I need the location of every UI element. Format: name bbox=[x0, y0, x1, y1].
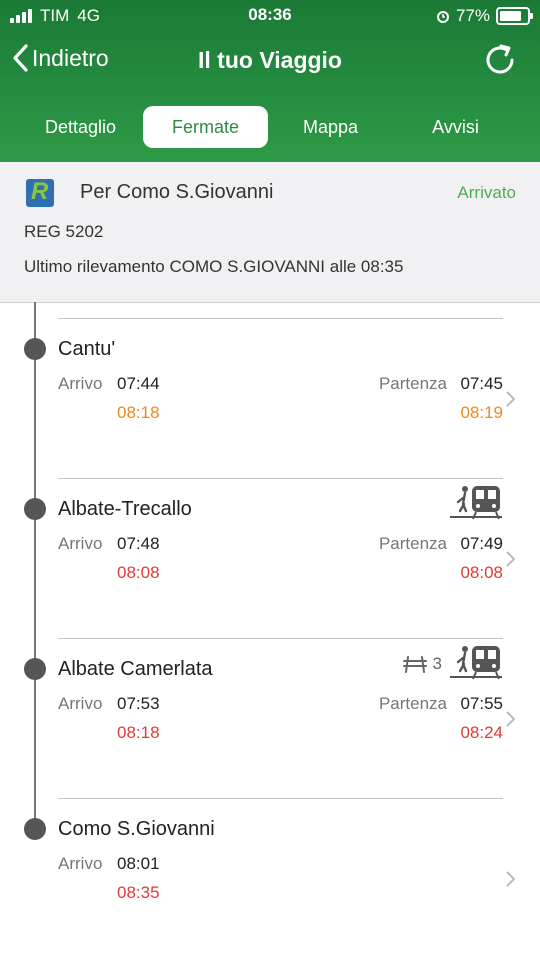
stop-name: Cantu' bbox=[58, 338, 116, 360]
stop-name: Como S.Giovanni bbox=[58, 818, 215, 840]
refresh-icon[interactable] bbox=[482, 42, 518, 78]
arrival-label: Arrivo bbox=[58, 694, 103, 713]
departure-actual: 08:08 bbox=[460, 563, 503, 582]
train-number: REG 5202 bbox=[24, 222, 104, 241]
separator bbox=[58, 478, 503, 479]
stop-dot bbox=[24, 338, 46, 360]
stop-name: Albate Camerlata bbox=[58, 658, 213, 680]
stop-row-como-s-giovanni[interactable]: Como S.Giovanni Arrivo 08:01 08:35 bbox=[0, 818, 540, 948]
tab-mappa[interactable]: Mappa bbox=[268, 106, 393, 148]
separator bbox=[58, 798, 503, 799]
last-update: Ultimo rilevamento COMO S.GIOVANNI alle … bbox=[24, 257, 404, 276]
stop-dot bbox=[24, 818, 46, 840]
chevron-left-icon bbox=[13, 44, 28, 72]
arrival-scheduled: 07:53 bbox=[117, 694, 160, 713]
back-button[interactable]: Indietro bbox=[12, 44, 109, 72]
arrival-label: Arrivo bbox=[58, 534, 103, 553]
status-bar: TIM 4G 08:36 77% bbox=[0, 0, 540, 32]
departure-label: Partenza bbox=[378, 374, 447, 393]
stop-name: Albate-Trecallo bbox=[58, 498, 192, 520]
tab-fermate[interactable]: Fermate bbox=[143, 106, 268, 148]
battery-percent: 77% bbox=[455, 6, 490, 25]
header: TIM 4G 08:36 77% Indietro Il tuo Viaggio… bbox=[0, 0, 540, 162]
platform-indicator: 3 bbox=[402, 654, 442, 674]
departure-scheduled: 07:49 bbox=[460, 534, 503, 553]
train-passenger-icon bbox=[450, 646, 502, 680]
regional-train-logo-icon: R bbox=[26, 178, 54, 207]
arrival-actual: 08:18 bbox=[117, 723, 160, 742]
trip-state: Arrivato bbox=[457, 183, 516, 202]
departure-scheduled: 07:55 bbox=[460, 694, 503, 713]
arrival-actual: 08:35 bbox=[117, 883, 160, 902]
chevron-right-icon bbox=[506, 871, 516, 887]
status-right: 77% bbox=[436, 6, 533, 26]
trip-summary: R Per Como S.Giovanni Arrivato REG 5202 … bbox=[0, 162, 540, 303]
alarm-icon bbox=[436, 11, 449, 23]
departure-actual: 08:24 bbox=[460, 723, 503, 742]
arrival-actual: 08:18 bbox=[117, 403, 160, 422]
train-passenger-icon bbox=[450, 486, 502, 520]
departure-scheduled: 07:45 bbox=[460, 374, 503, 393]
tab-dettaglio[interactable]: Dettaglio bbox=[18, 106, 143, 148]
platform-bench-icon bbox=[402, 656, 427, 673]
arrival-label: Arrivo bbox=[58, 854, 103, 873]
separator bbox=[58, 638, 503, 639]
arrival-scheduled: 07:44 bbox=[117, 374, 160, 393]
destination: Per Como S.Giovanni bbox=[80, 181, 274, 203]
battery-icon bbox=[496, 7, 533, 25]
back-label: Indietro bbox=[32, 44, 109, 71]
arrival-actual: 08:08 bbox=[117, 563, 160, 582]
stop-dot bbox=[24, 498, 46, 520]
stop-row-albate-camerlata[interactable]: Albate Camerlata 3 Arrivo 07:53 08:18 Pa… bbox=[0, 646, 540, 788]
chevron-right-icon bbox=[506, 391, 516, 407]
nav-bar: Indietro Il tuo Viaggio bbox=[0, 38, 540, 84]
arrival-scheduled: 08:01 bbox=[117, 854, 160, 873]
platform-number: 3 bbox=[432, 654, 442, 673]
stop-dot bbox=[24, 658, 46, 680]
separator bbox=[58, 318, 503, 319]
chevron-right-icon bbox=[506, 711, 516, 727]
tab-avvisi[interactable]: Avvisi bbox=[393, 106, 518, 148]
arrival-scheduled: 07:48 bbox=[117, 534, 160, 553]
tab-bar: Dettaglio Fermate Mappa Avvisi bbox=[18, 106, 518, 148]
chevron-right-icon bbox=[506, 551, 516, 567]
stop-row-cantu[interactable]: Cantu' Arrivo 07:44 08:18 Partenza 07:45… bbox=[0, 338, 540, 468]
arrival-label: Arrivo bbox=[58, 374, 103, 393]
departure-actual: 08:19 bbox=[460, 403, 503, 422]
departure-label: Partenza bbox=[378, 694, 447, 713]
stop-row-albate-trecallo[interactable]: Albate-Trecallo Arrivo 07:48 08:08 Parte… bbox=[0, 486, 540, 628]
departure-label: Partenza bbox=[378, 534, 447, 553]
